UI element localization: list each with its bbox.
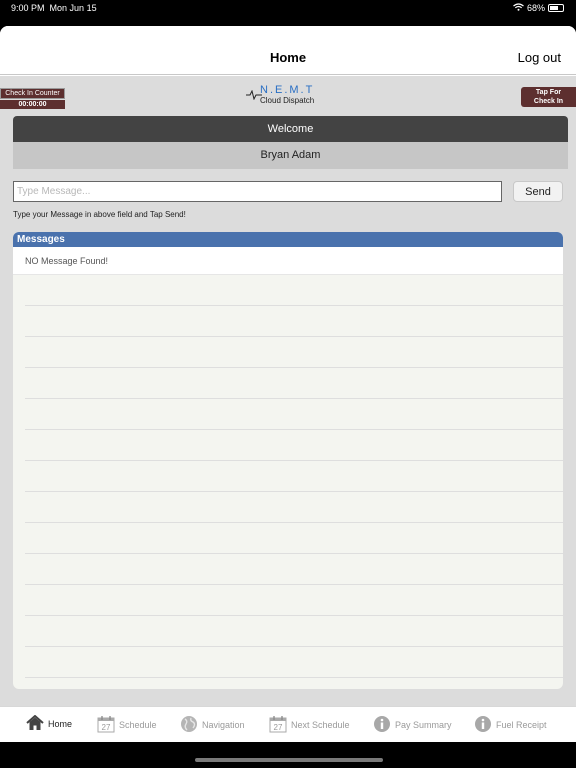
tab-label: Navigation [202,720,245,730]
status-time: 9:00 PM Mon Jun 15 [11,3,97,13]
logo-subtitle: Cloud Dispatch [260,96,315,105]
info-icon [474,715,492,735]
list-separator [25,491,563,492]
home-indicator[interactable] [195,758,383,762]
main-content: Check In Counter 00:00:00 N.E.M.T Cloud … [0,76,576,706]
list-separator [25,460,563,461]
svg-text:27: 27 [274,723,283,732]
tab-schedule[interactable]: 27 Schedule [97,715,157,735]
message-hint: Type your Message in above field and Tap… [13,210,186,219]
tab-label: Schedule [119,720,157,730]
tab-label: Home [48,719,73,729]
navbar: Home Log out [0,26,576,75]
app-screen: Home Log out Check In Counter 00:00:00 N… [0,26,576,742]
wifi-icon [513,3,524,13]
list-separator [25,553,563,554]
svg-text:27: 27 [102,723,111,732]
empty-message-row: NO Message Found! [13,247,563,275]
logo-title: N.E.M.T [260,84,315,96]
battery-percent: 68% [526,3,545,13]
status-right: 68% [513,3,564,13]
checkin-counter: Check In Counter 00:00:00 [0,88,65,109]
message-list[interactable] [13,275,563,686]
list-separator [25,677,563,678]
tap-checkin-line1: Tap For [535,89,562,96]
status-bar: 9:00 PM Mon Jun 15 68% [0,0,576,24]
tab-fuel-receipt[interactable]: Fuel Receipt [474,715,547,735]
tab-bar: Home 27 Schedule Navigation 27 Next Sche… [0,706,576,742]
list-separator [25,429,563,430]
list-separator [25,646,563,647]
list-separator [25,336,563,337]
user-name: Bryan Adam [13,142,568,169]
messages-header: Messages [13,232,563,247]
checkin-counter-label: Check In Counter [0,88,65,99]
home-icon [26,714,44,733]
list-separator [25,305,563,306]
tab-label: Next Schedule [291,720,350,730]
calendar-icon: 27 [97,715,115,735]
list-separator [25,615,563,616]
tab-next-schedule[interactable]: 27 Next Schedule [269,715,350,735]
tap-checkin-line2: Check In [533,98,564,105]
logout-button[interactable]: Log out [518,50,561,65]
list-separator [25,367,563,368]
nemt-logo: N.E.M.T Cloud Dispatch [246,84,326,108]
messages-panel: Messages NO Message Found! [13,232,563,689]
list-separator [25,522,563,523]
tab-label: Fuel Receipt [496,720,547,730]
list-separator [25,584,563,585]
tab-navigation[interactable]: Navigation [180,715,245,735]
send-button[interactable]: Send [513,181,563,202]
page-title: Home [269,50,307,65]
tab-home[interactable]: Home [26,714,73,733]
checkin-counter-time: 00:00:00 [0,100,65,109]
tab-pay-summary[interactable]: Pay Summary [373,715,452,735]
tap-checkin-button[interactable]: Tap For Check In [521,87,576,107]
battery-icon [548,4,564,12]
info-icon [373,715,391,735]
list-separator [25,398,563,399]
message-input[interactable] [13,181,502,202]
tab-label: Pay Summary [395,720,452,730]
calendar-icon: 27 [269,715,287,735]
globe-icon [180,715,198,735]
welcome-bar: Welcome [13,116,568,142]
